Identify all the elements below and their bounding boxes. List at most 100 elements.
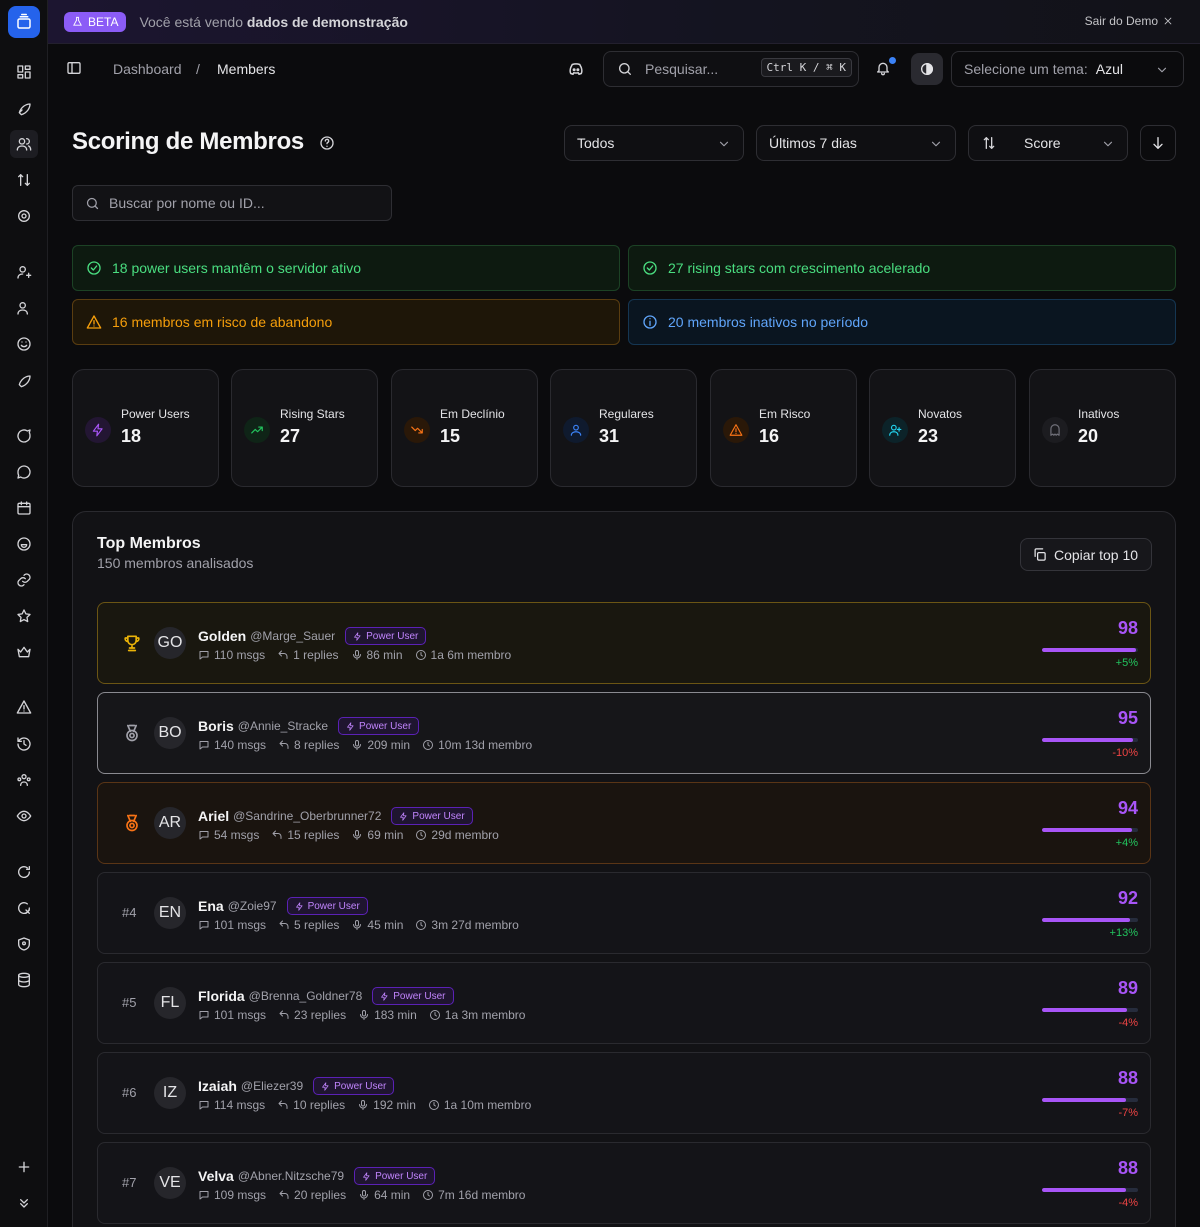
crown-icon[interactable] [10, 638, 38, 666]
chevron-down-icon [1103, 141, 1113, 147]
copy-icon [1034, 548, 1046, 561]
stat-card-at-risk[interactable]: Em Risco 16 [710, 369, 857, 487]
sidebar-toggle-icon[interactable] [66, 60, 82, 76]
calendar-icon[interactable] [10, 494, 38, 522]
member-replies: 5 replies [294, 918, 340, 932]
member-name[interactable]: Ena [198, 898, 224, 914]
member-search-input[interactable]: Buscar por nome ou ID... [72, 185, 392, 221]
member-stats: 54 msgs 15 replies 69 min 29d membro [198, 828, 511, 842]
stat-card-inactive[interactable]: Inativos 20 [1029, 369, 1176, 487]
search-shortcut: Ctrl K / ⌘ K [760, 58, 852, 77]
score-bar [1042, 738, 1138, 742]
history-icon[interactable] [10, 730, 38, 758]
help-icon[interactable] [319, 135, 335, 151]
member-row[interactable]: #4 EN Ena @Zoie97 Power User 101 msgs 5 replie… [97, 872, 1151, 954]
settings-icon[interactable] [10, 202, 38, 230]
reply-icon [278, 1100, 288, 1109]
group-icon[interactable] [10, 766, 38, 794]
member-name[interactable]: Boris [198, 718, 234, 734]
stat-card-rising-stars[interactable]: Rising Stars 27 [231, 369, 378, 487]
reply-icon [278, 650, 288, 659]
members-icon[interactable] [10, 130, 38, 158]
sort-direction-button[interactable] [1140, 125, 1176, 161]
global-search[interactable]: Pesquisar... Ctrl K / ⌘ K [603, 51, 859, 87]
eye-icon[interactable] [10, 802, 38, 830]
member-replies: 23 replies [294, 1008, 347, 1022]
exit-demo-button[interactable]: Sair do Demo [1085, 14, 1173, 28]
member-handle: @Sandrine_Oberbrunner72 [233, 809, 382, 823]
app-logo[interactable] [8, 6, 40, 38]
member-voice: 45 min [367, 918, 404, 932]
plus-icon[interactable] [10, 1153, 38, 1181]
user-check-icon[interactable] [10, 294, 38, 322]
member-row[interactable]: #6 IZ Izaiah @Eliezer39 Power User 114 msgs 10… [97, 1052, 1151, 1134]
member-name[interactable]: Ariel [198, 808, 229, 824]
member-name[interactable]: Florida [198, 988, 245, 1004]
mic-icon [352, 650, 361, 660]
score-delta: +5% [1115, 657, 1138, 669]
zap-icon [85, 417, 111, 443]
power-user-badge: Power User [313, 1077, 395, 1095]
boost-icon[interactable] [10, 366, 38, 394]
search-icon [619, 62, 631, 75]
warning-icon[interactable] [10, 693, 38, 721]
stat-card-regular[interactable]: Regulares 31 [550, 369, 697, 487]
stat-card-newcomers[interactable]: Novatos 23 [869, 369, 1016, 487]
chevrons-down-icon[interactable] [10, 1189, 38, 1217]
member-name[interactable]: Izaiah [198, 1078, 237, 1094]
mic-icon [360, 1010, 369, 1020]
type-filter-select[interactable]: Todos [564, 125, 744, 161]
score-delta: +4% [1115, 837, 1138, 849]
member-tenure: 1a 10m membro [443, 1098, 532, 1112]
member-name[interactable]: Golden [198, 628, 246, 644]
shield-icon[interactable] [10, 930, 38, 958]
score-bar [1042, 1188, 1138, 1192]
member-row[interactable]: BO Boris @Annie_Stracke Power User 140 msgs 8… [97, 692, 1151, 774]
member-stats: 114 msgs 10 replies 192 min 1a 10m membro [198, 1098, 543, 1112]
avatar: FL [154, 987, 186, 1019]
power-user-badge: Power User [372, 987, 454, 1005]
stat-card-declining[interactable]: Em Declínio 15 [391, 369, 538, 487]
smile-icon[interactable] [10, 330, 38, 358]
user-plus-icon[interactable] [10, 258, 38, 286]
member-voice: 64 min [374, 1188, 411, 1202]
message-icon[interactable] [10, 458, 38, 486]
rocket-icon[interactable] [10, 94, 38, 122]
member-name[interactable]: Velva [198, 1168, 234, 1184]
sort-by-select[interactable]: Score [968, 125, 1128, 161]
stat-card-power-users[interactable]: Power Users 18 [72, 369, 219, 487]
dashboard-icon[interactable] [10, 58, 38, 86]
member-rank: #4 [122, 905, 137, 920]
breadcrumb-dashboard[interactable]: Dashboard [113, 61, 182, 77]
chat-icon[interactable] [10, 422, 38, 450]
copy-top10-button[interactable]: Copiar top 10 [1020, 538, 1152, 571]
zap-icon [295, 901, 303, 911]
database-icon[interactable] [10, 966, 38, 994]
member-row[interactable]: #7 VE Velva @Abner.Nitzsche79 Power User 109 … [97, 1142, 1151, 1224]
member-messages: 109 msgs [214, 1188, 267, 1202]
member-messages: 114 msgs [214, 1098, 266, 1112]
alert-inactive: 20 membros inativos no período [628, 299, 1176, 345]
period-filter-select[interactable]: Últimos 7 dias [756, 125, 956, 161]
shield-x-icon[interactable] [10, 894, 38, 922]
discord-icon[interactable] [567, 60, 585, 78]
member-row[interactable]: #5 FL Florida @Brenna_Goldner78 Power User 10… [97, 962, 1151, 1044]
member-handle: @Eliezer39 [240, 1079, 304, 1093]
emoji-icon[interactable] [10, 530, 38, 558]
theme-select[interactable]: Selecione um tema: Azul [951, 51, 1184, 87]
member-messages: 101 msgs [214, 1008, 267, 1022]
shield-check-icon[interactable] [10, 858, 38, 886]
theme-toggle-button[interactable] [911, 53, 943, 85]
flask-icon [73, 16, 82, 26]
member-handle: @Annie_Stracke [237, 719, 329, 733]
member-row[interactable]: AR Ariel @Sandrine_Oberbrunner72 Power User… [97, 782, 1151, 864]
mic-icon [353, 740, 362, 750]
member-row[interactable]: GO Golden @Marge_Sauer Power User 110 msgs 1 … [97, 602, 1151, 684]
member-score: 98 [1117, 618, 1138, 638]
clock-icon [415, 650, 426, 660]
star-icon[interactable] [10, 602, 38, 630]
score-bar [1042, 918, 1138, 922]
member-replies: 8 replies [294, 738, 340, 752]
sort-arrows-icon[interactable] [10, 166, 38, 194]
link-icon[interactable] [10, 566, 38, 594]
